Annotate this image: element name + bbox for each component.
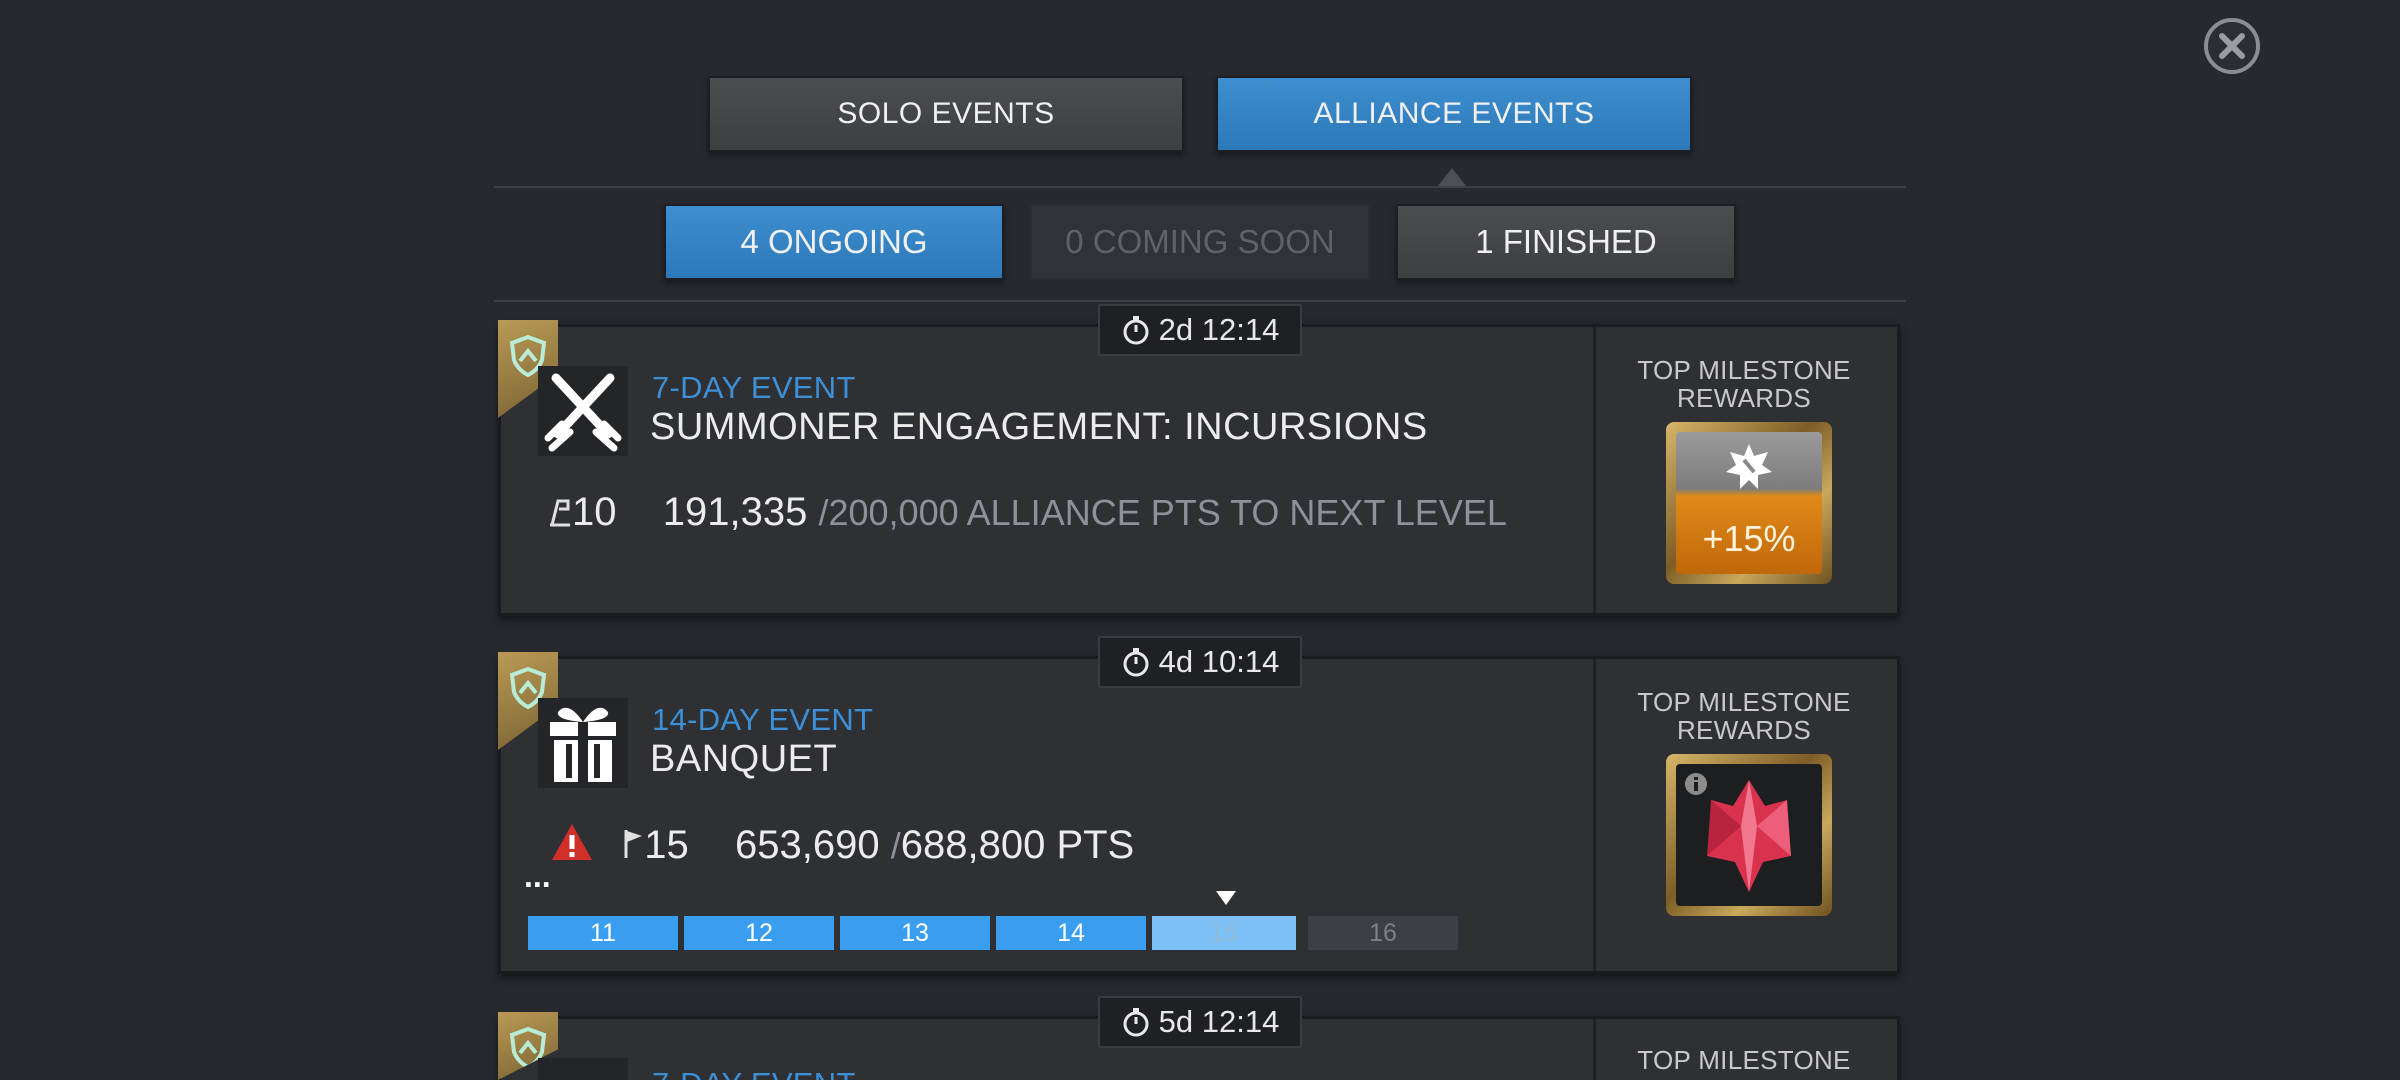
progress-level: 11 <box>528 916 678 950</box>
event-duration: 7-DAY EVENT <box>652 370 856 405</box>
divider <box>494 186 1906 188</box>
progress-level: 16 <box>1308 916 1458 950</box>
warning-icon[interactable] <box>550 822 594 862</box>
active-tab-indicator <box>1438 168 1466 186</box>
timer-text: 2d 12:14 <box>1158 312 1280 347</box>
progress-level-current: 15 <box>1152 916 1296 950</box>
event-icon <box>538 366 628 456</box>
event-duration: 14-DAY EVENT <box>652 702 874 737</box>
event-timer: 2d 12:14 <box>1098 304 1302 356</box>
event-icon <box>538 1058 628 1080</box>
boost-reward: +15% <box>1676 432 1822 574</box>
stopwatch-icon <box>1123 316 1149 345</box>
event-duration-clip: 7-DAY EVENT <box>652 1066 952 1080</box>
event-level: 10 <box>572 490 617 534</box>
stopwatch-icon <box>1123 648 1149 677</box>
progress-level: 14 <box>996 916 1146 950</box>
milestone-title: TOP MILESTONE REWARDS <box>1637 687 1851 745</box>
event-timer: 4d 10:14 <box>1098 636 1302 688</box>
progress-level: 12 <box>684 916 834 950</box>
stopwatch-icon <box>1123 1008 1149 1037</box>
event-progress-row: 15 653,690 /688,800 PTS <box>550 822 1134 868</box>
crystal-reward <box>1676 764 1822 906</box>
milestone-title: TOP MILESTONE <box>1637 1046 1851 1075</box>
crossed-swords-icon <box>544 373 622 452</box>
event-points: 191,335 <box>662 490 808 534</box>
tab-solo-events[interactable]: SOLO EVENTS <box>708 76 1184 152</box>
crystal-icon <box>1707 780 1791 892</box>
timer-text: 4d 10:14 <box>1158 644 1280 679</box>
event-target: 200,000 ALLIANCE PTS TO NEXT LEVEL <box>828 492 1507 533</box>
level-flag-icon <box>550 499 570 527</box>
filter-coming-soon: 0 COMING SOON <box>1030 204 1370 280</box>
event-points: 653,690 <box>735 823 880 867</box>
points-separator: / <box>818 492 829 533</box>
filter-ongoing[interactable]: 4 ONGOING <box>664 204 1004 280</box>
more-icon[interactable]: ... <box>524 858 551 895</box>
close-icon <box>2219 33 2245 59</box>
progress-marker <box>1216 891 1236 905</box>
event-timer: 5d 12:14 <box>1098 996 1302 1048</box>
points-separator: / <box>890 825 901 866</box>
event-duration: 7-DAY EVENT <box>652 1066 952 1080</box>
milestone-reward[interactable] <box>1666 754 1832 916</box>
progress-level: 13 <box>840 916 990 950</box>
event-name: SUMMONER ENGAGEMENT: INCURSIONS <box>650 406 1428 448</box>
boost-icon <box>1726 444 1772 489</box>
close-button[interactable] <box>2204 18 2260 74</box>
event-level: 15 <box>644 823 689 867</box>
timer-text: 5d 12:14 <box>1158 1004 1280 1039</box>
filter-finished[interactable]: 1 FINISHED <box>1396 204 1736 280</box>
event-progress-row: 10 191,335 /200,000 ALLIANCE PTS TO NEXT… <box>548 490 1507 535</box>
milestone-title: TOP MILESTONE REWARDS <box>1637 355 1851 413</box>
milestone-reward[interactable]: +15% <box>1666 422 1832 584</box>
event-target: 688,800 PTS <box>900 823 1135 867</box>
gift-icon <box>550 707 616 782</box>
reward-label: +15% <box>1702 518 1796 559</box>
event-name: BANQUET <box>650 738 838 780</box>
divider <box>494 300 1906 302</box>
flag-icon <box>624 830 643 858</box>
tab-alliance-events[interactable]: ALLIANCE EVENTS <box>1216 76 1692 152</box>
event-icon <box>538 698 628 788</box>
